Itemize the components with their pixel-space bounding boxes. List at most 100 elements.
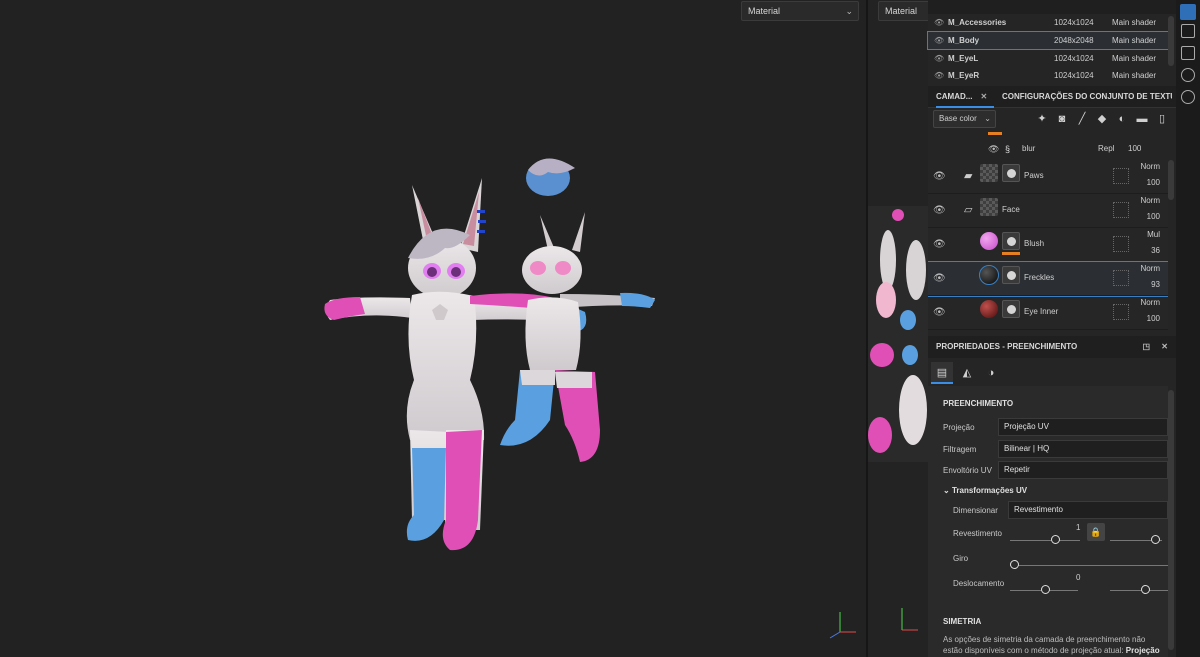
layer-slot bbox=[1113, 304, 1129, 320]
fill-bucket-icon[interactable]: ◆ bbox=[1096, 113, 1108, 125]
right-panel: 👁 M_Accessories 1024x1024 Main shader 👁 … bbox=[927, 0, 1176, 657]
symmetry-note: As opções de simetria da camada de preen… bbox=[943, 634, 1165, 657]
layer-thumbnail bbox=[980, 164, 998, 182]
offset-label: Deslocamento bbox=[953, 579, 1005, 588]
offset-slider-knob-u[interactable] bbox=[1041, 585, 1050, 594]
close-icon[interactable]: ✕ bbox=[980, 92, 987, 101]
properties-body: PREENCHIMENTO Projeção Projeção UV Filtr… bbox=[928, 386, 1168, 657]
character-models bbox=[324, 158, 856, 639]
layer-blend[interactable]: Mul bbox=[1147, 230, 1160, 239]
generator-icon[interactable]: ◙ bbox=[1056, 113, 1068, 125]
folder-icon[interactable]: ▬ bbox=[1136, 113, 1148, 125]
document-icon[interactable] bbox=[1181, 46, 1195, 60]
texture-set-resolution: 1024x1024 bbox=[1054, 71, 1094, 80]
tab-color[interactable]: ◑ bbox=[980, 362, 1002, 384]
history-icon[interactable] bbox=[1181, 90, 1195, 104]
texture-set-name: M_Accessories bbox=[948, 18, 1007, 27]
properties-tabs: ▤ ◭ ◑ bbox=[928, 360, 1176, 386]
tab-texture-set-settings[interactable]: CONFIGURAÇÕES DO CONJUNTO DE TEXTU... bbox=[1002, 86, 1172, 108]
texture-set-row[interactable]: 👁 M_EyeL 1024x1024 Main shader bbox=[928, 50, 1168, 67]
eye-icon[interactable]: 👁 bbox=[933, 273, 946, 284]
layer-thumbnail bbox=[980, 198, 998, 216]
uv-transform-label: Transformações UV bbox=[951, 486, 1028, 495]
folder-open-icon: ▱ bbox=[964, 204, 973, 216]
tiling-slider-knob[interactable] bbox=[1051, 535, 1060, 544]
eye-icon[interactable]: 👁 bbox=[933, 205, 946, 216]
offset-slider-knob-v[interactable] bbox=[1141, 585, 1150, 594]
tiling-label: Revestimento bbox=[953, 529, 1002, 538]
mask-thumbnail bbox=[1002, 300, 1020, 318]
texture-set-row[interactable]: 👁 M_EyeR 1024x1024 Main shader bbox=[928, 67, 1168, 84]
eye-icon[interactable]: 👁 bbox=[934, 14, 944, 31]
layer-row-blush[interactable]: 👁 Blush Mul 36 bbox=[928, 228, 1168, 262]
lock-icon[interactable]: 🔒 bbox=[1087, 523, 1105, 541]
wrap-select[interactable]: Repetir bbox=[998, 461, 1168, 479]
layer-row-paws[interactable]: 👁 ▰ Paws Norm 100 bbox=[928, 160, 1168, 194]
uv-transform-toggle[interactable]: ⌄ Transformações UV bbox=[943, 486, 1027, 495]
chevron-down-icon: ⌄ bbox=[984, 114, 991, 123]
channel-select[interactable]: Base color ⌄ bbox=[933, 110, 996, 128]
texture-set-row[interactable]: 👁 M_Body 2048x2048 Main shader bbox=[927, 31, 1169, 50]
properties-scrollbar[interactable] bbox=[1168, 390, 1174, 650]
layer-row-freckles[interactable]: 👁 Freckles Norm 93 bbox=[928, 261, 1168, 297]
magic-wand-icon[interactable]: ✦ bbox=[1036, 113, 1048, 125]
layer-row-eye-inner[interactable]: 👁 Eye Inner Norm 100 bbox=[928, 296, 1168, 330]
display-settings-icon[interactable] bbox=[1181, 24, 1195, 38]
tab-materials[interactable]: ◭ bbox=[956, 362, 978, 384]
effect-row-blur[interactable]: 👁 § blur Repl 100 bbox=[928, 140, 1168, 158]
viewport-3d[interactable]: Material ⌄ bbox=[0, 0, 866, 657]
undock-icon[interactable]: ◳ bbox=[1142, 336, 1150, 358]
eye-icon[interactable]: 👁 bbox=[934, 32, 944, 49]
tab-layers[interactable]: CAMAD... ✕ bbox=[936, 86, 994, 108]
viewport-2d[interactable]: Material bbox=[868, 0, 928, 657]
chevron-down-icon: ⌄ bbox=[943, 486, 950, 495]
tiling-slider-knob-v[interactable] bbox=[1151, 535, 1160, 544]
projection-select[interactable]: Projeção UV bbox=[998, 418, 1168, 436]
layer-stack-scrollbar[interactable] bbox=[1168, 160, 1174, 200]
eye-icon[interactable]: 👁 bbox=[988, 140, 999, 158]
layer-blend[interactable]: Norm bbox=[1140, 298, 1160, 307]
filter-select[interactable]: Bilinear | HQ bbox=[998, 440, 1168, 458]
tab-fill-properties[interactable]: ▤ bbox=[931, 362, 953, 384]
rotation-slider-knob[interactable] bbox=[1010, 560, 1019, 569]
eye-icon[interactable]: 👁 bbox=[934, 67, 944, 84]
rotation-slider-track[interactable] bbox=[1010, 565, 1168, 566]
paint-brush-icon[interactable]: ╱ bbox=[1076, 113, 1088, 125]
layer-slot bbox=[1113, 270, 1129, 286]
layer-opacity[interactable]: 100 bbox=[1147, 212, 1160, 221]
layer-color-bar bbox=[988, 132, 1002, 135]
layer-name: Face bbox=[1002, 205, 1020, 214]
color-icon: ◑ bbox=[987, 367, 995, 379]
layer-row-face[interactable]: 👁 ▱ Face Norm 100 bbox=[928, 194, 1168, 228]
layer-blend[interactable]: Norm bbox=[1140, 196, 1160, 205]
effect-opacity[interactable]: 100 bbox=[1128, 140, 1141, 158]
trash-icon[interactable]: ▯ bbox=[1156, 113, 1168, 125]
layer-blend[interactable]: Norm bbox=[1140, 264, 1160, 273]
channel-select-label: Base color bbox=[939, 114, 977, 123]
texture-set-resolution: 2048x2048 bbox=[1054, 36, 1094, 45]
tiling-slider-track[interactable] bbox=[1010, 540, 1080, 541]
folder-icon: ▰ bbox=[964, 170, 973, 182]
layers-panel-icon[interactable] bbox=[1180, 4, 1196, 20]
eye-icon[interactable]: 👁 bbox=[934, 50, 944, 67]
close-icon[interactable]: ✕ bbox=[1161, 336, 1168, 358]
texture-set-scrollbar[interactable] bbox=[1168, 16, 1174, 66]
eye-icon[interactable]: 👁 bbox=[933, 239, 946, 250]
texture-set-row[interactable]: 👁 M_Accessories 1024x1024 Main shader bbox=[928, 14, 1168, 31]
eye-icon[interactable]: 👁 bbox=[933, 307, 946, 318]
layer-opacity[interactable]: 100 bbox=[1147, 178, 1160, 187]
layer-blend[interactable]: Norm bbox=[1140, 162, 1160, 171]
properties-title: PROPRIEDADES - PREENCHIMENTO bbox=[936, 342, 1078, 351]
effect-blend[interactable]: Repl bbox=[1098, 140, 1114, 158]
shader-icon[interactable] bbox=[1181, 68, 1195, 82]
offset-value: 0 bbox=[1076, 573, 1081, 582]
layer-opacity[interactable]: 100 bbox=[1147, 314, 1160, 323]
wrap-value: Repetir bbox=[1004, 465, 1030, 474]
effect-name: blur bbox=[1022, 144, 1036, 153]
offset-slider-track-v[interactable] bbox=[1110, 590, 1168, 591]
layer-opacity[interactable]: 93 bbox=[1151, 280, 1160, 289]
layer-opacity[interactable]: 36 bbox=[1151, 246, 1160, 255]
mask-icon[interactable]: ◐ bbox=[1116, 113, 1128, 125]
eye-icon[interactable]: 👁 bbox=[933, 171, 946, 182]
scale-select[interactable]: Revestimento bbox=[1008, 501, 1168, 519]
